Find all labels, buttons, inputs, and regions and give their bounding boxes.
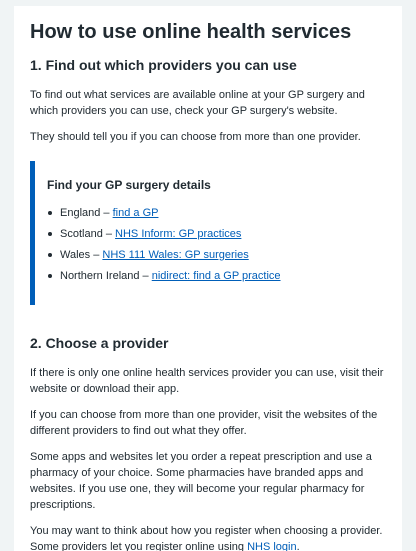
section2-paragraph-2: If you can choose from more than one pro…	[30, 409, 378, 437]
nidirect-find-a-gp-practice-link[interactable]: nidirect: find a GP practice	[152, 270, 281, 282]
gp-details-item-wales: Wales – NHS 111 Wales: GP surgeries	[47, 247, 386, 263]
section-heading-choose-provider: 2. Choose a provider	[30, 335, 169, 351]
gp-details-item-scotland: Scotland – NHS Inform: GP practices	[47, 226, 386, 242]
gp-details-item-prefix: England –	[60, 207, 113, 219]
gp-details-item-prefix: Wales –	[60, 249, 103, 261]
section-choose-provider: 2. Choose a provider If there is only on…	[30, 334, 386, 551]
section2-paragraph-3: Some apps and websites let you order a r…	[30, 451, 372, 511]
section2-paragraph-1: If there is only one online health servi…	[30, 367, 384, 395]
section2-paragraph-4-text: You may want to think about how you regi…	[30, 525, 383, 551]
section2-paragraph-4-suffix: .	[296, 541, 300, 551]
gp-details-item-prefix: Northern Ireland –	[60, 270, 152, 282]
find-a-gp-link[interactable]: find a GP	[113, 207, 159, 219]
section2-paragraph-4: You may want to think about how you regi…	[30, 523, 386, 551]
section1-paragraph-1: To find out what services are available …	[30, 89, 365, 117]
nhs-inform-gp-practices-link[interactable]: NHS Inform: GP practices	[115, 228, 241, 240]
content-card: How to use online health services 1. Fin…	[14, 6, 402, 551]
page-title: How to use online health services	[30, 21, 352, 43]
nhs-111-wales-gp-surgeries-link[interactable]: NHS 111 Wales: GP surgeries	[102, 249, 248, 261]
section1-paragraph-2: They should tell you if you can choose f…	[30, 131, 361, 143]
gp-details-panel: Find your GP surgery details England – f…	[30, 161, 386, 305]
gp-details-heading: Find your GP surgery details	[47, 178, 211, 192]
gp-details-item-northern-ireland: Northern Ireland – nidirect: find a GP p…	[47, 268, 386, 284]
section-heading-find-providers: 1. Find out which providers you can use	[30, 57, 297, 73]
gp-details-list: England – find a GP Scotland – NHS Infor…	[47, 205, 386, 284]
gp-details-item-england: England – find a GP	[47, 205, 386, 221]
gp-details-item-prefix: Scotland –	[60, 228, 116, 240]
page: How to use online health services 1. Fin…	[0, 0, 416, 551]
nhs-login-link[interactable]: NHS login	[247, 541, 297, 551]
